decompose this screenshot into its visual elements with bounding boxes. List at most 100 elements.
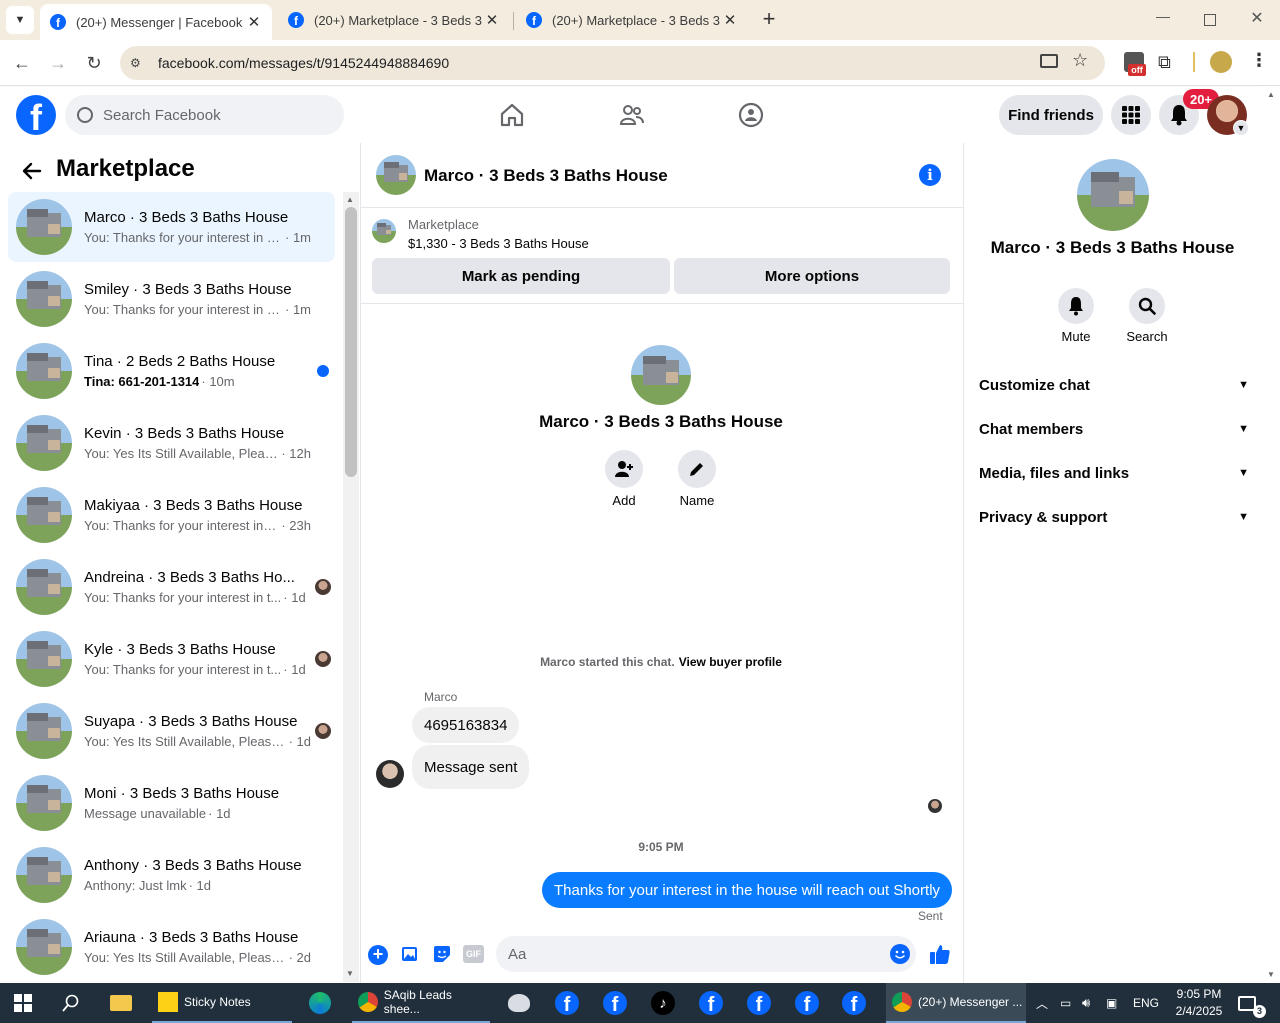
- back-arrow-icon[interactable]: [20, 159, 44, 183]
- conversation-item[interactable]: Tina · 2 Beds 2 Baths House Tina: 661-201…: [8, 336, 335, 406]
- sidebar-scroll-thumb[interactable]: [345, 207, 357, 477]
- volume-icon[interactable]: 🔊︎: [1082, 983, 1098, 1023]
- sender-avatar[interactable]: [376, 760, 404, 788]
- close-icon[interactable]: ✕: [246, 13, 262, 31]
- reload-icon[interactable]: ↻: [82, 52, 106, 76]
- site-settings-icon[interactable]: ⚙: [130, 56, 146, 70]
- windows-start-icon[interactable]: [14, 983, 34, 1023]
- taskbar-sticky-notes[interactable]: Sticky Notes: [152, 983, 292, 1023]
- message-input[interactable]: Aa: [496, 936, 916, 972]
- info-icon[interactable]: i: [919, 164, 941, 186]
- search-facebook-input[interactable]: Search Facebook: [65, 95, 344, 135]
- search-in-chat-button[interactable]: [1129, 288, 1165, 324]
- taskbar-search-icon[interactable]: [62, 983, 82, 1023]
- mark-as-pending-button[interactable]: Mark as pending: [372, 258, 670, 294]
- listing-thumbnail[interactable]: [372, 219, 396, 243]
- menu-dots-icon[interactable]: ⋮: [1250, 50, 1268, 71]
- facebook-logo-icon[interactable]: f: [16, 95, 56, 135]
- facebook-app-icon[interactable]: f: [747, 983, 773, 1023]
- close-icon[interactable]: ✕: [484, 11, 500, 29]
- new-tab-icon[interactable]: +: [758, 8, 780, 32]
- conversation-item[interactable]: Suyapa · 3 Beds 3 Baths House You: Yes It…: [8, 696, 335, 766]
- view-buyer-profile-link[interactable]: View buyer profile: [679, 655, 782, 669]
- facebook-app-icon[interactable]: f: [603, 983, 629, 1023]
- tab-marketplace-2[interactable]: f (20+) Marketplace - 3 Beds 3 Ba ✕: [516, 0, 748, 40]
- tab-messenger[interactable]: f (20+) Messenger | Facebook ✕: [40, 4, 272, 40]
- taskbar-messenger-window[interactable]: (20+) Messenger ...: [886, 983, 1026, 1023]
- media-files-links-row[interactable]: Media, files and links ▼: [979, 451, 1249, 495]
- mute-button[interactable]: [1058, 288, 1094, 324]
- scroll-up-arrow-icon[interactable]: ▲: [346, 195, 354, 204]
- info-name: Marco · 3 Beds 3 Baths House: [990, 238, 1235, 257]
- mute-label: Mute: [1061, 329, 1091, 344]
- page-scrollbar[interactable]: [1262, 87, 1280, 983]
- listing-description[interactable]: $1,330 - 3 Beds 3 Baths House: [408, 236, 589, 251]
- gif-icon[interactable]: GIF: [463, 945, 484, 963]
- clock[interactable]: 9:05 PM 2/4/2025: [1172, 986, 1226, 1020]
- paint-app-icon[interactable]: [508, 983, 532, 1023]
- add-person-button[interactable]: [605, 450, 643, 488]
- show-hidden-icons-chevron-icon[interactable]: ︿: [1036, 983, 1050, 1023]
- conversation-item[interactable]: Makiyaa · 3 Beds 3 Baths House You: Thank…: [8, 480, 335, 550]
- profile-icon[interactable]: [1210, 51, 1232, 73]
- thumbs-up-icon[interactable]: [928, 942, 952, 966]
- taskbar-sheets-window[interactable]: SAqib Leads shee...: [352, 983, 490, 1023]
- chat-title[interactable]: Marco · 3 Beds 3 Baths House: [424, 166, 668, 186]
- language-indicator[interactable]: ENG: [1133, 983, 1163, 1023]
- facebook-app-icon[interactable]: f: [795, 983, 821, 1023]
- outgoing-message[interactable]: Thanks for your interest in the house wi…: [542, 872, 953, 908]
- facebook-app-icon[interactable]: f: [555, 983, 581, 1023]
- scroll-up-arrow-icon[interactable]: ▲: [1267, 90, 1275, 99]
- attach-image-icon[interactable]: [400, 944, 420, 964]
- more-options-button[interactable]: More options: [674, 258, 950, 294]
- home-icon[interactable]: [499, 102, 525, 128]
- conversation-item[interactable]: Ariauna · 3 Beds 3 Baths House You: Yes I…: [8, 912, 335, 982]
- tiktok-app-icon[interactable]: ♪: [651, 983, 677, 1023]
- file-explorer-icon[interactable]: [110, 983, 134, 1023]
- address-bar[interactable]: ⚙ facebook.com/messages/t/91452449488846…: [120, 46, 1105, 80]
- customize-chat-row[interactable]: Customize chat ▼: [979, 363, 1249, 407]
- forward-arrow-icon[interactable]: →: [46, 52, 70, 76]
- meet-now-icon[interactable]: ▭: [1060, 983, 1074, 1023]
- facebook-app-icon[interactable]: f: [842, 983, 868, 1023]
- incoming-message[interactable]: Message sent: [412, 745, 530, 789]
- incoming-message[interactable]: 4695163834: [412, 707, 520, 743]
- minimize-icon[interactable]: —: [1150, 8, 1176, 32]
- scroll-down-arrow-icon[interactable]: ▼: [346, 969, 354, 978]
- bookmark-star-icon[interactable]: ☆: [1072, 50, 1088, 71]
- facebook-app-icon[interactable]: f: [699, 983, 725, 1023]
- puzzle-extensions-icon[interactable]: ⧉: [1158, 52, 1171, 73]
- chevron-down-icon[interactable]: ▼: [1233, 120, 1249, 136]
- window-close-icon[interactable]: ✕: [1246, 8, 1268, 32]
- back-arrow-icon[interactable]: ←: [10, 52, 34, 76]
- close-icon[interactable]: ✕: [722, 11, 738, 29]
- chat-header-avatar[interactable]: [376, 155, 416, 195]
- friends-icon[interactable]: [619, 102, 645, 128]
- emoji-icon[interactable]: [890, 944, 910, 964]
- network-icon[interactable]: ▣: [1106, 983, 1124, 1023]
- tab-marketplace-1[interactable]: f (20+) Marketplace - 3 Beds 3 Ba ✕: [278, 0, 510, 40]
- tab-divider: [513, 12, 514, 30]
- privacy-support-row[interactable]: Privacy & support ▼: [979, 495, 1249, 539]
- restore-icon[interactable]: [1204, 14, 1216, 26]
- install-app-icon[interactable]: [1040, 54, 1058, 68]
- conversation-item[interactable]: Marco · 3 Beds 3 Baths House You: Thanks …: [8, 192, 335, 262]
- plus-circle-icon[interactable]: +: [368, 945, 388, 965]
- find-friends-button[interactable]: Find friends: [999, 95, 1103, 135]
- conversation-item[interactable]: Moni · 3 Beds 3 Baths House Message unava…: [8, 768, 335, 838]
- conversation-item[interactable]: Kevin · 3 Beds 3 Baths House You: Yes Its…: [8, 408, 335, 478]
- groups-icon[interactable]: [738, 102, 764, 128]
- tab-search-button[interactable]: ▼: [6, 6, 34, 34]
- chat-members-row[interactable]: Chat members ▼: [979, 407, 1249, 451]
- conversation-item[interactable]: Andreina · 3 Beds 3 Baths Ho... You: Than…: [8, 552, 335, 622]
- sticker-icon[interactable]: [432, 944, 452, 964]
- edit-name-button[interactable]: [678, 450, 716, 488]
- conversation-item[interactable]: Kyle · 3 Beds 3 Baths House You: Thanks f…: [8, 624, 335, 694]
- conversation-item[interactable]: Anthony · 3 Beds 3 Baths House Anthony: J…: [8, 840, 335, 910]
- menu-grid-icon[interactable]: [1111, 95, 1151, 135]
- edge-browser-icon[interactable]: [309, 983, 333, 1023]
- info-avatar[interactable]: [1077, 159, 1149, 231]
- conversation-name: Suyapa · 3 Beds 3 Baths House: [84, 713, 298, 730]
- conversation-item[interactable]: Smiley · 3 Beds 3 Baths House You: Thanks…: [8, 264, 335, 334]
- scroll-down-arrow-icon[interactable]: ▼: [1267, 970, 1275, 979]
